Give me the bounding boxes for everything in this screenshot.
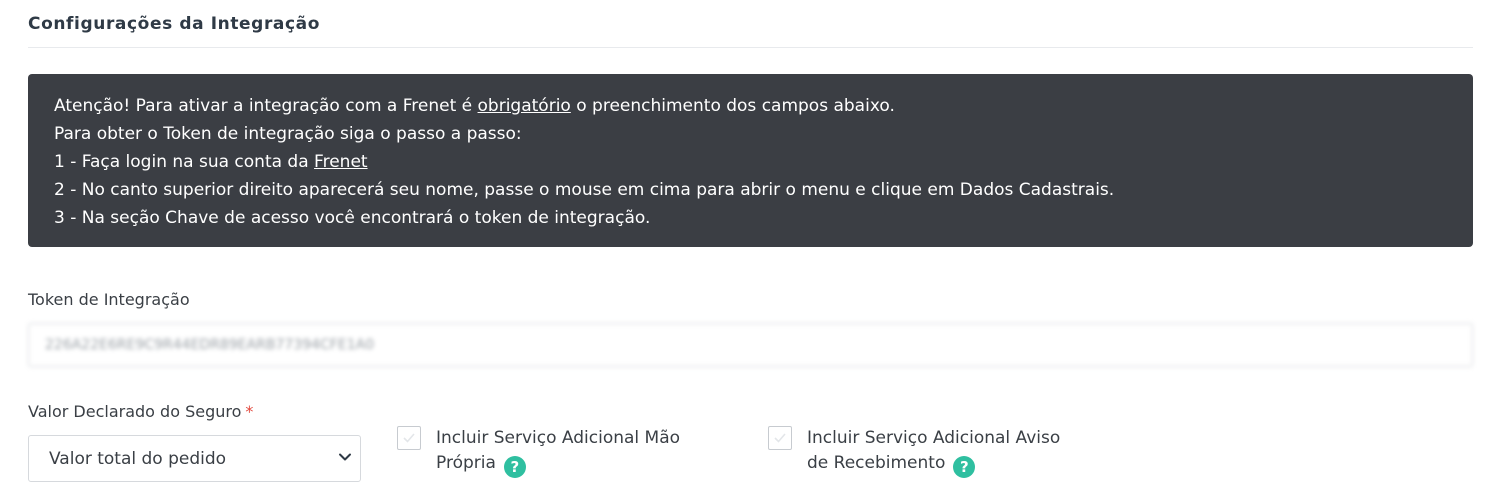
alert-line-5: 3 - Na seção Chave de acesso você encont…: [54, 208, 651, 228]
info-alert: Atenção! Para ativar a integração com a …: [28, 74, 1473, 247]
receipt-notice-label-line2: de Recebimento: [807, 453, 946, 473]
integration-settings-page: Configurações da Integração Atenção! Par…: [0, 0, 1501, 502]
required-mark: *: [245, 402, 254, 421]
insurance-label-text: Valor Declarado do Seguro: [28, 402, 242, 421]
insurance-select[interactable]: Valor total do pedido: [28, 435, 361, 482]
check-icon: [774, 433, 786, 443]
insurance-select-value: Valor total do pedido: [49, 449, 227, 469]
help-icon[interactable]: ?: [503, 456, 526, 478]
own-hand-label-line2: Própria: [436, 453, 496, 473]
section-divider: [28, 47, 1473, 48]
receipt-notice-label: Incluir Serviço Adicional Aviso de Receb…: [807, 426, 1060, 478]
chevron-down-icon: [339, 453, 351, 461]
alert-line-1-text-start: Atenção! Para ativar a integração com a …: [54, 96, 478, 116]
alert-line-2: Para obter o Token de integração siga o …: [54, 124, 522, 144]
token-label: Token de Integração: [28, 290, 190, 309]
own-hand-label-line1: Incluir Serviço Adicional Mão: [436, 428, 681, 448]
check-icon: [403, 433, 415, 443]
obrigatorio-link[interactable]: obrigatório: [478, 96, 571, 116]
receipt-notice-label-line1: Incluir Serviço Adicional Aviso: [807, 428, 1061, 448]
frenet-link[interactable]: Frenet: [314, 152, 368, 172]
own-hand-checkbox[interactable]: [397, 426, 421, 450]
own-hand-label: Incluir Serviço Adicional Mão Própria?: [436, 426, 680, 478]
insurance-label: Valor Declarado do Seguro *: [28, 402, 253, 421]
alert-line-1: Atenção! Para ativar a integração com a …: [54, 92, 1447, 120]
alert-line-1-text-end: o preenchimento dos campos abaixo.: [570, 96, 895, 116]
own-hand-label-line2-row: Própria?: [436, 451, 680, 478]
alert-line-3-text: 1 - Faça login na sua conta da: [54, 152, 315, 172]
receipt-notice-label-line2-row: de Recebimento?: [807, 451, 1060, 478]
alert-line-4: 2 - No canto superior direito aparecerá …: [54, 180, 1115, 200]
section-title: Configurações da Integração: [28, 14, 321, 34]
alert-line-3: 1 - Faça login na sua conta da Frenet: [54, 148, 1447, 176]
token-input[interactable]: [28, 323, 1473, 367]
receipt-notice-checkbox[interactable]: [768, 426, 792, 450]
help-icon[interactable]: ?: [953, 456, 976, 478]
